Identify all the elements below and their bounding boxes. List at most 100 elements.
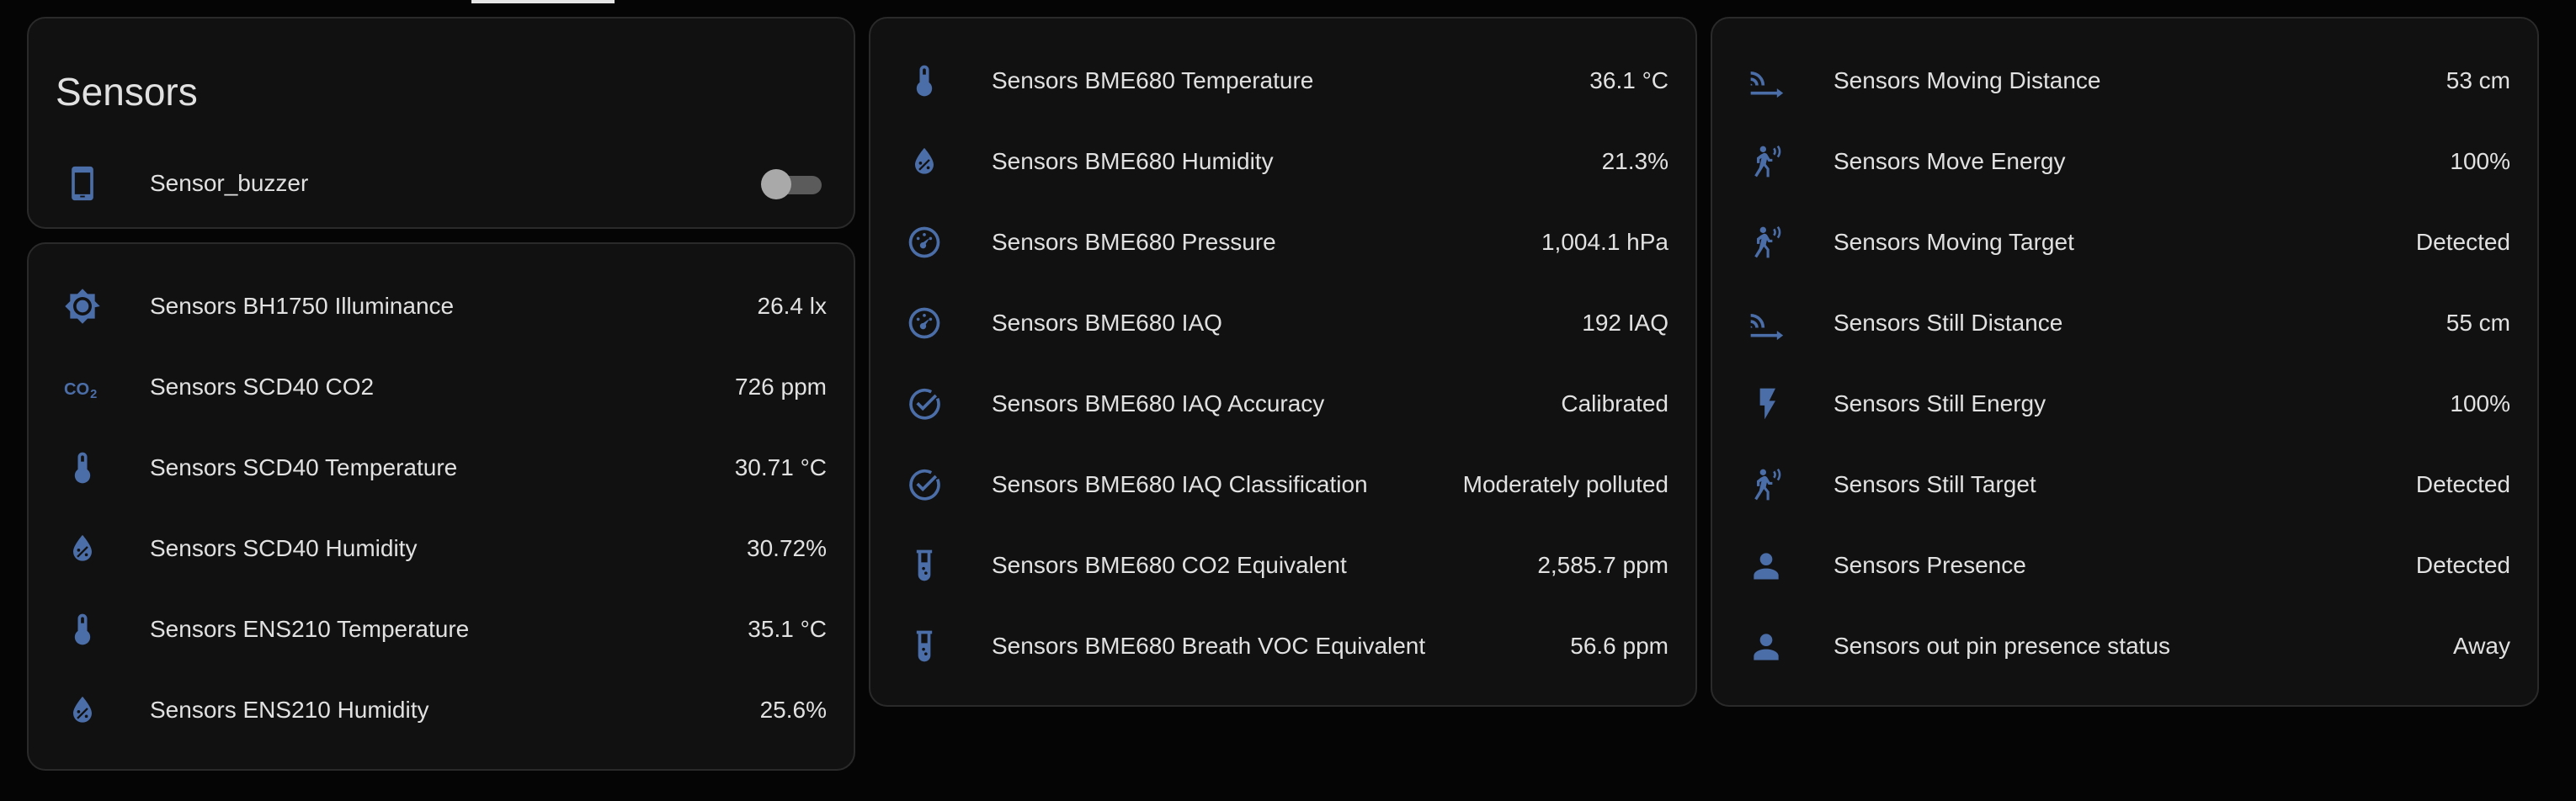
- account-icon: [1746, 545, 1786, 586]
- co2-icon: CO 2: [62, 367, 103, 407]
- entity-row[interactable]: Sensors BME680 Pressure 1,004.1 hPa: [870, 202, 1695, 283]
- entity-label: Sensors ENS210 Temperature: [150, 616, 470, 642]
- toggle-knob: [761, 169, 791, 199]
- entity-value: 36.1 °C: [1589, 67, 1669, 93]
- entity-label: Sensors BME680 Pressure: [992, 229, 1276, 255]
- thermometer-icon: [62, 609, 103, 650]
- entity-value: 30.71 °C: [734, 454, 827, 480]
- left-sensor-card: Sensors BH1750 Illuminance 26.4 lx CO 2 S…: [27, 242, 855, 771]
- signal-distance-icon: [1746, 303, 1786, 343]
- entity-label: Sensors Presence: [1834, 552, 2026, 578]
- entity-value: 21.3%: [1601, 148, 1669, 174]
- entity-label: Sensors Still Energy: [1834, 390, 2046, 416]
- water-percent-icon: [62, 528, 103, 569]
- entity-label: Sensors Still Distance: [1834, 310, 2063, 336]
- entity-row[interactable]: Sensors BME680 IAQ 192 IAQ: [870, 283, 1695, 363]
- entity-value: Away: [2453, 633, 2510, 659]
- entity-value: 25.6%: [759, 697, 827, 723]
- entity-label: Sensors BME680 Breath VOC Equivalent: [992, 633, 1426, 659]
- entity-value: Detected: [2415, 229, 2510, 255]
- entity-row[interactable]: Sensors BME680 IAQ Accuracy Calibrated: [870, 363, 1695, 444]
- entity-value: 100%: [2450, 148, 2510, 174]
- entity-row[interactable]: Sensors BME680 CO2 Equivalent 2,585.7 pp…: [870, 525, 1695, 606]
- entity-row[interactable]: Sensors SCD40 Humidity 30.72%: [29, 508, 854, 589]
- right-sensor-card: Sensors Moving Distance 53 cm Sensors Mo…: [1711, 17, 2539, 707]
- entity-row[interactable]: Sensors Presence Detected: [1712, 525, 2537, 606]
- entity-value: 55 cm: [2446, 310, 2510, 336]
- entity-value: Detected: [2415, 552, 2510, 578]
- entity-value: 30.72%: [747, 535, 827, 561]
- motion-sensor-icon: [1746, 222, 1786, 263]
- entity-row[interactable]: Sensors Moving Distance 53 cm: [1712, 40, 2537, 121]
- account-icon: [1746, 626, 1786, 666]
- water-percent-icon: [62, 690, 103, 730]
- check-circle-icon: [904, 384, 945, 424]
- buzzer-row[interactable]: Sensor_buzzer: [29, 143, 854, 224]
- gauge-icon: [904, 222, 945, 263]
- entity-row[interactable]: Sensors BME680 IAQ Classification Modera…: [870, 444, 1695, 525]
- entity-row[interactable]: Sensors BH1750 Illuminance 26.4 lx: [29, 266, 854, 347]
- test-tube-icon: [904, 545, 945, 586]
- card-title: Sensors: [56, 70, 198, 114]
- entity-row[interactable]: CO 2 Sensors SCD40 CO2 726 ppm: [29, 347, 854, 427]
- entity-row[interactable]: Sensors BME680 Humidity 21.3%: [870, 121, 1695, 202]
- entity-row[interactable]: Sensors Still Target Detected: [1712, 444, 2537, 525]
- cellphone-icon: [62, 163, 103, 204]
- check-circle-icon: [904, 464, 945, 505]
- entity-value: Detected: [2415, 471, 2510, 497]
- entity-label: Sensors BME680 IAQ Accuracy: [992, 390, 1325, 416]
- gauge-icon: [904, 303, 945, 343]
- entity-value: 2,585.7 ppm: [1537, 552, 1669, 578]
- entity-label: Sensors Moving Distance: [1834, 67, 2101, 93]
- entity-label: Sensors BME680 CO2 Equivalent: [992, 552, 1347, 578]
- active-tab-indicator: [471, 0, 615, 3]
- sensors-header-card: Sensors Sensor_buzzer: [27, 17, 855, 229]
- svg-text:CO: CO: [64, 380, 89, 399]
- entity-row[interactable]: Sensors ENS210 Temperature 35.1 °C: [29, 589, 854, 670]
- buzzer-label: Sensor_buzzer: [150, 170, 309, 196]
- entity-row[interactable]: Sensors Moving Target Detected: [1712, 202, 2537, 283]
- test-tube-icon: [904, 626, 945, 666]
- entity-row[interactable]: Sensors BME680 Breath VOC Equivalent 56.…: [870, 606, 1695, 687]
- entity-label: Sensors BH1750 Illuminance: [150, 293, 455, 319]
- entity-label: Sensors BME680 IAQ: [992, 310, 1222, 336]
- entity-value: Calibrated: [1561, 390, 1669, 416]
- brightness-icon: [62, 286, 103, 326]
- entity-label: Sensors out pin presence status: [1834, 633, 2171, 659]
- entity-value: 35.1 °C: [748, 616, 827, 642]
- entity-label: Sensors Moving Target: [1834, 229, 2074, 255]
- entity-label: Sensors BME680 Temperature: [992, 67, 1314, 93]
- entity-row[interactable]: Sensors Move Energy 100%: [1712, 121, 2537, 202]
- middle-sensor-card: Sensors BME680 Temperature 36.1 °C Senso…: [869, 17, 1697, 707]
- entity-row[interactable]: Sensors Still Energy 100%: [1712, 363, 2537, 444]
- entity-value: 1,004.1 hPa: [1541, 229, 1669, 255]
- buzzer-toggle[interactable]: [761, 169, 822, 199]
- entity-row[interactable]: Sensors SCD40 Temperature 30.71 °C: [29, 427, 854, 508]
- thermometer-icon: [904, 61, 945, 101]
- entity-label: Sensors SCD40 CO2: [150, 374, 375, 400]
- entity-label: Sensors BME680 IAQ Classification: [992, 471, 1368, 497]
- entity-value: 26.4 lx: [757, 293, 828, 319]
- motion-sensor-icon: [1746, 464, 1786, 505]
- flash-icon: [1746, 384, 1786, 424]
- thermometer-icon: [62, 448, 103, 488]
- entity-label: Sensors ENS210 Humidity: [150, 697, 429, 723]
- entity-row[interactable]: Sensors out pin presence status Away: [1712, 606, 2537, 687]
- entity-label: Sensors Move Energy: [1834, 148, 2066, 174]
- entity-label: Sensors BME680 Humidity: [992, 148, 1274, 174]
- entity-row[interactable]: Sensors ENS210 Humidity 25.6%: [29, 670, 854, 751]
- motion-sensor-icon: [1746, 141, 1786, 182]
- entity-row[interactable]: Sensors BME680 Temperature 36.1 °C: [870, 40, 1695, 121]
- svg-text:2: 2: [90, 388, 97, 401]
- entity-value: 726 ppm: [735, 374, 827, 400]
- entity-label: Sensors SCD40 Temperature: [150, 454, 458, 480]
- entity-row[interactable]: Sensors Still Distance 55 cm: [1712, 283, 2537, 363]
- entity-label: Sensors SCD40 Humidity: [150, 535, 418, 561]
- entity-value: Moderately polluted: [1462, 471, 1669, 497]
- entity-label: Sensors Still Target: [1834, 471, 2036, 497]
- entity-value: 53 cm: [2446, 67, 2510, 93]
- entity-value: 192 IAQ: [1582, 310, 1669, 336]
- entity-value: 56.6 ppm: [1570, 633, 1669, 659]
- entity-value: 100%: [2450, 390, 2510, 416]
- signal-distance-icon: [1746, 61, 1786, 101]
